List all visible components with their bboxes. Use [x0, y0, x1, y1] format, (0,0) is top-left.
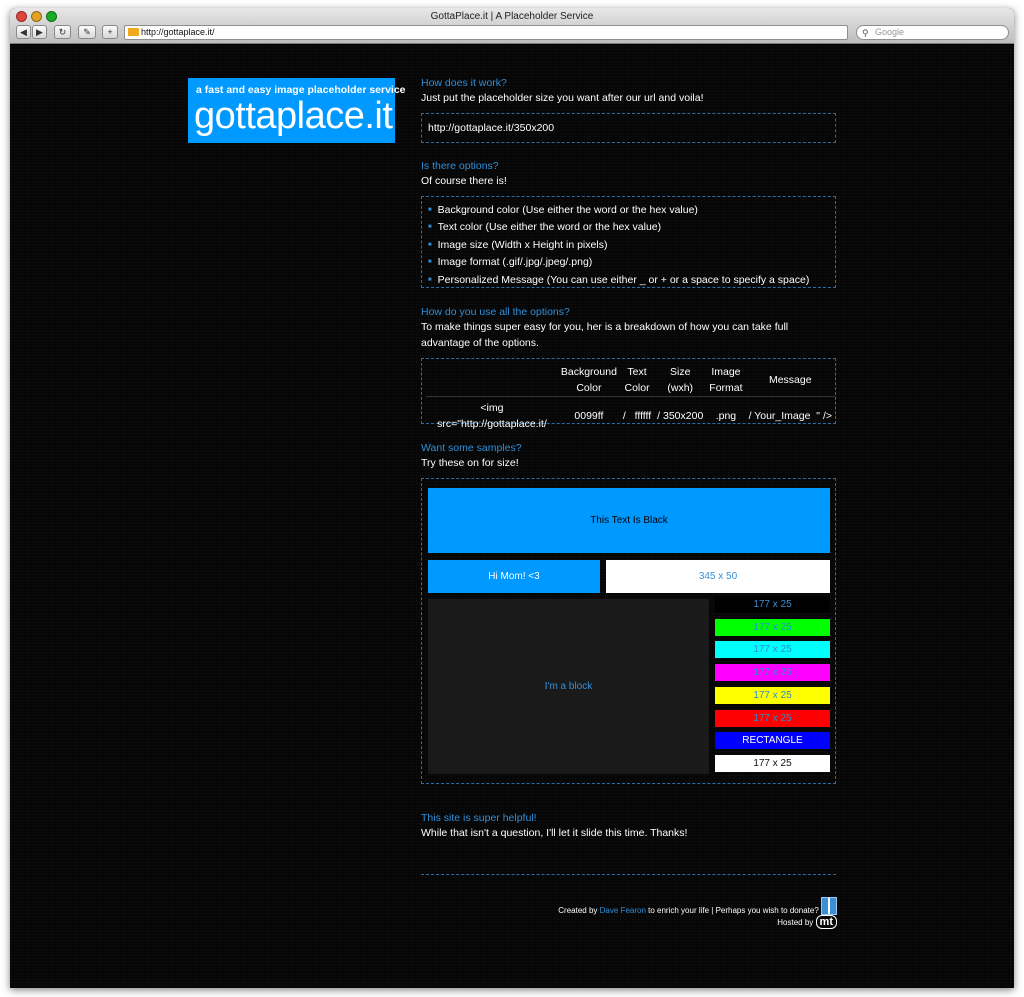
hosted-by-label: Hosted by — [777, 918, 814, 927]
title-bar: GottaPlace.it | A Placeholder Service ◀ … — [10, 8, 1014, 44]
sample-rectangle: 177 x 25 — [715, 686, 830, 704]
example-url[interactable]: http://gottaplace.it/350x200 — [428, 122, 554, 134]
list-item: Image size (Width x Height in pixels) — [428, 238, 835, 255]
donate-gift-icon[interactable] — [821, 897, 837, 915]
search-placeholder: Google — [875, 27, 905, 37]
faq-answer-5: While that isn't a question, I'll let it… — [421, 827, 688, 839]
table-row: <img src="http://gottaplace.it/ 0099ff /… — [426, 396, 835, 432]
faq-question-3: How do you use all the options? — [421, 306, 570, 318]
options-box: Background color (Use either the word or… — [421, 196, 836, 288]
sample-rectangle: 177 x 25 — [715, 618, 830, 636]
options-list: Background color (Use either the word or… — [422, 197, 835, 290]
host-logo[interactable]: mt — [815, 915, 837, 929]
faq-question-1: How does it work? — [421, 77, 507, 89]
list-item: Background color (Use either the word or… — [428, 203, 835, 220]
sample-block: I'm a block — [428, 599, 709, 774]
header-background-color: Background Color — [560, 366, 617, 394]
sample-rectangle: 177 x 25 — [715, 596, 830, 613]
sample-wide: This Text Is Black — [428, 488, 830, 553]
list-item: Personalized Message (You can use either… — [428, 273, 835, 290]
page-content: a fast and easy image placeholder servic… — [10, 45, 1014, 988]
search-field[interactable]: ⚲ Google — [856, 25, 1009, 40]
site-logo[interactable]: a fast and easy image placeholder servic… — [188, 78, 406, 143]
snapback-icon[interactable]: ✎ — [78, 25, 96, 39]
sample-rectangle: 177 x 25 — [715, 664, 830, 682]
cell-bg: 0099ff — [557, 396, 620, 432]
faq-answer-3: To make things super easy for you, her i… — [421, 321, 789, 349]
footer-divider — [421, 874, 836, 875]
cell-message: / Your_Image " /> — [745, 396, 835, 432]
sample-rectangle: RECTANGLE — [715, 732, 830, 750]
forward-button[interactable]: ▶ — [32, 25, 47, 39]
header-image-format: Image Format — [709, 366, 743, 394]
faq-answer-4: Try these on for size! — [421, 457, 519, 469]
created-by-label: Created by — [558, 906, 598, 915]
url-text: http://gottaplace.it/ — [141, 27, 215, 37]
faq-question-4: Want some samples? — [421, 442, 522, 454]
address-bar[interactable]: http://gottaplace.it/ — [124, 25, 848, 40]
footer-rest: to enrich your life | Perhaps you wish t… — [648, 906, 819, 915]
header-message: Message — [768, 373, 812, 386]
author-link[interactable]: Dave Fearon — [600, 906, 646, 915]
sample-rectangle: 177 x 25 — [715, 641, 830, 659]
samples-box: This Text Is Black Hi Mom! <3 345 x 50 I… — [421, 478, 836, 784]
back-button[interactable]: ◀ — [16, 25, 31, 39]
table-cell — [426, 365, 558, 397]
cell-tc: / ffffff — [619, 396, 655, 432]
breakdown-box: Background Color Text Color Size (wxh) Imag… — [421, 358, 836, 432]
sample-white: 345 x 50 — [606, 560, 830, 593]
breakdown-table: Background Color Text Color Size (wxh) Imag… — [426, 365, 835, 432]
reload-icon[interactable]: ↻ — [54, 25, 71, 39]
add-bookmark-button[interactable]: + — [102, 25, 118, 39]
faq-question-5: This site is super helpful! — [421, 812, 537, 824]
cell-format: .png — [706, 396, 746, 432]
list-item: Image format (.gif/.jpg/.jpeg/.png) — [428, 255, 835, 272]
footer-credit: Created by Dave Fearon to enrich your li… — [421, 897, 837, 915]
footer-hosted: Hosted by mt — [421, 915, 837, 929]
faq-answer-2: Of course there is! — [421, 175, 507, 187]
header-size: Size (wxh) — [667, 366, 694, 394]
table-header-row: Background Color Text Color Size (wxh) Imag… — [426, 365, 835, 397]
browser-window: GottaPlace.it | A Placeholder Service ◀ … — [10, 8, 1014, 988]
header-text-color: Text Color — [624, 366, 650, 394]
logo-name: gottaplace.it — [194, 95, 393, 137]
sample-rectangle: 177 x 25 — [715, 754, 830, 772]
sample-rectangle: 177 x 25 — [715, 709, 830, 727]
faq-question-2: Is there options? — [421, 160, 499, 172]
example-url-box: http://gottaplace.it/350x200 — [421, 113, 836, 143]
search-icon: ⚲ — [862, 28, 869, 38]
list-item: Text color (Use either the word or the h… — [428, 220, 835, 237]
faq-answer-1: Just put the placeholder size you want a… — [421, 92, 704, 104]
cell-size: / 350x200 — [654, 396, 707, 432]
site-icon — [128, 28, 139, 36]
window-title: GottaPlace.it | A Placeholder Service — [430, 11, 594, 22]
cell-prefix: <img src="http://gottaplace.it/ — [426, 396, 558, 432]
sample-mom: Hi Mom! <3 — [428, 560, 600, 593]
